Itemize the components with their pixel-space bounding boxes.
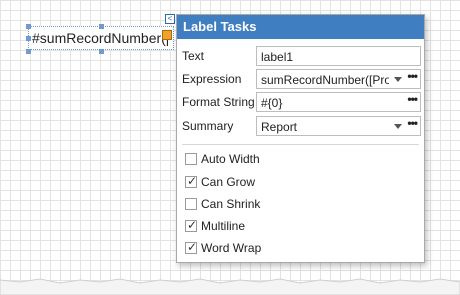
format-string-value: #{0} xyxy=(261,96,283,110)
summary-value: Report xyxy=(261,120,298,134)
checkbox-box[interactable] xyxy=(185,153,197,165)
text-label: Text xyxy=(182,49,205,63)
checkbox-box[interactable]: ✓ xyxy=(185,240,198,254)
expression-label: Expression xyxy=(182,72,242,86)
multiline-label: Multiline xyxy=(201,219,246,233)
resize-handle-top-left[interactable] xyxy=(26,24,31,29)
checkbox-box[interactable] xyxy=(185,198,197,210)
checkmark-icon: ✓ xyxy=(187,174,198,188)
expression-dropdown[interactable]: sumRecordNumber([Produc ••• xyxy=(256,69,421,89)
checkmark-icon: ✓ xyxy=(187,240,198,254)
label-tasks-panel: Label Tasks Text label1 Expression sumRe… xyxy=(176,14,425,263)
dropdown-arrow-icon[interactable] xyxy=(394,124,402,129)
can-shrink-label: Can Shrink xyxy=(201,197,261,211)
divider xyxy=(182,144,419,145)
label-expression-text: #sumRecordNumber([F xyxy=(32,30,168,46)
word-wrap-label: Word Wrap xyxy=(201,241,262,255)
panel-title: Label Tasks xyxy=(177,15,424,39)
can-grow-label: Can Grow xyxy=(201,175,256,189)
format-string-editor-button[interactable]: ••• xyxy=(407,92,418,106)
checkbox-box[interactable]: ✓ xyxy=(185,218,198,232)
auto-width-label: Auto Width xyxy=(201,152,260,166)
format-string-label: Format String xyxy=(182,95,255,109)
text-input[interactable]: label1 xyxy=(256,46,421,66)
expression-editor-button[interactable]: ••• xyxy=(407,69,418,83)
expression-tag-icon[interactable] xyxy=(162,30,172,40)
collapse-arrow-icon: < xyxy=(167,14,173,23)
resize-handle-mid-left[interactable] xyxy=(26,36,31,41)
summary-label: Summary xyxy=(182,119,234,133)
text-value: label1 xyxy=(261,50,294,64)
resize-handle-bottom-center[interactable] xyxy=(99,49,104,54)
format-string-input[interactable]: #{0} ••• xyxy=(256,92,421,112)
checkmark-icon: ✓ xyxy=(187,218,198,232)
resize-handle-bottom-left[interactable] xyxy=(26,49,31,54)
dropdown-arrow-icon[interactable] xyxy=(394,77,402,82)
expression-value: sumRecordNumber([Produc xyxy=(261,73,389,87)
summary-dropdown[interactable]: Report ••• xyxy=(256,116,421,136)
selected-label-control[interactable]: #sumRecordNumber([F xyxy=(28,26,174,50)
torn-page-edge xyxy=(0,278,460,295)
checkbox-box[interactable]: ✓ xyxy=(185,174,198,188)
smart-tasks-toggle-button[interactable]: < xyxy=(165,14,175,24)
summary-editor-button[interactable]: ••• xyxy=(407,116,418,130)
resize-handle-top-center[interactable] xyxy=(99,24,104,29)
